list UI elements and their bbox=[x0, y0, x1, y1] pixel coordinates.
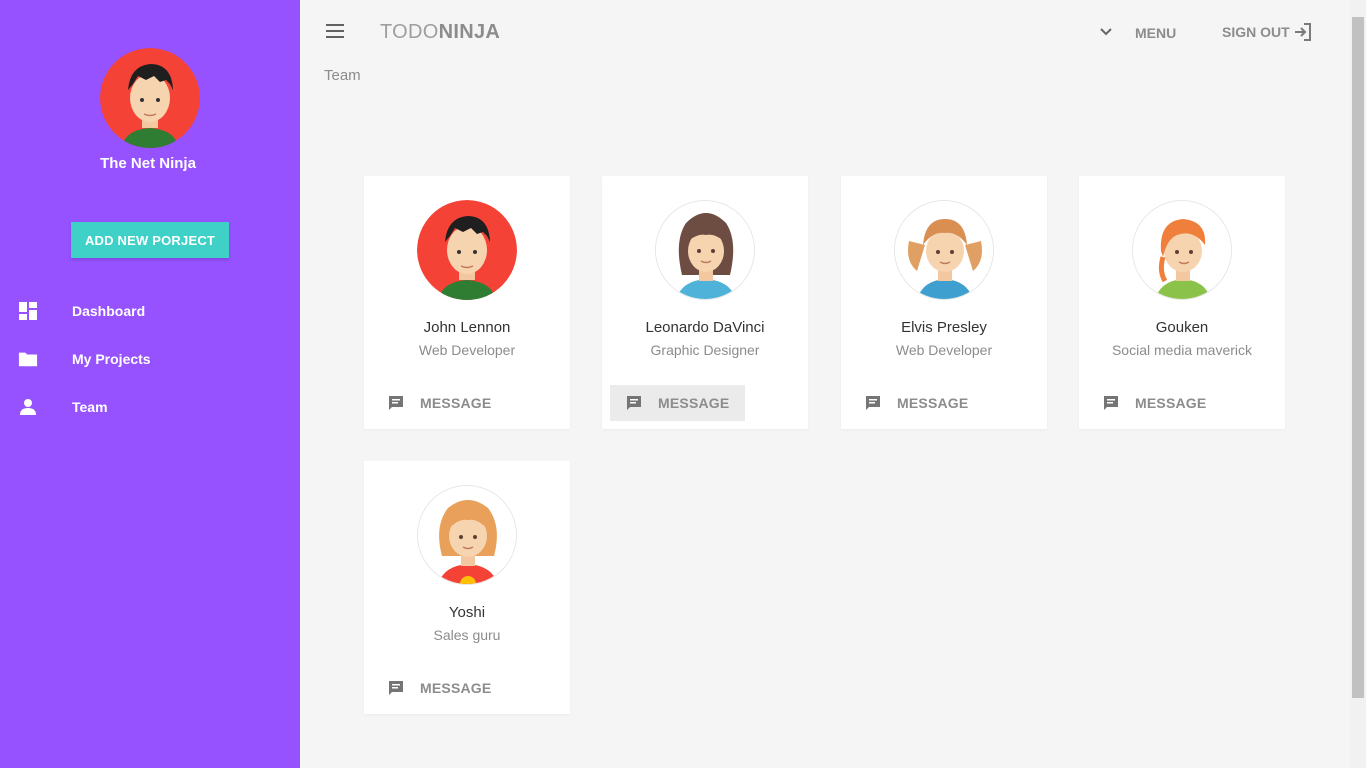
profile-name: The Net Ninja bbox=[100, 155, 196, 172]
message-label: MESSAGE bbox=[420, 395, 492, 411]
hamburger-menu-icon[interactable] bbox=[326, 24, 346, 40]
sidebar-item-label: My Projects bbox=[72, 351, 151, 367]
sidebar-item-dashboard[interactable]: Dashboard bbox=[0, 287, 300, 335]
member-role: Social media maverick bbox=[1111, 342, 1253, 358]
team-card: Gouken Social media maverick MESSAGE bbox=[1079, 176, 1285, 429]
scrollbar-thumb[interactable] bbox=[1352, 17, 1364, 698]
avatar bbox=[655, 200, 755, 300]
team-card: Leonardo DaVinci Graphic Designer MESSAG… bbox=[602, 176, 808, 429]
team-card: Elvis Presley Web Developer MESSAGE bbox=[841, 176, 1047, 429]
member-role: Web Developer bbox=[418, 342, 516, 358]
message-button[interactable]: MESSAGE bbox=[372, 670, 507, 706]
message-button[interactable]: MESSAGE bbox=[1087, 385, 1222, 421]
app-brand: TODONINJA bbox=[380, 21, 501, 43]
sidebar-item-team[interactable]: Team bbox=[0, 383, 300, 431]
page-title: Team bbox=[324, 67, 361, 84]
dashboard-icon bbox=[18, 301, 38, 321]
message-icon bbox=[865, 395, 881, 411]
member-name: Leonardo DaVinci bbox=[645, 319, 765, 336]
avatar bbox=[894, 200, 994, 300]
sidebar-item-label: Team bbox=[72, 399, 108, 415]
profile-avatar bbox=[100, 48, 200, 148]
message-label: MESSAGE bbox=[1135, 395, 1207, 411]
top-toolbar: TODONINJA MENU SIGN OUT bbox=[300, 0, 1350, 64]
person-icon bbox=[18, 397, 38, 417]
sign-out-label: SIGN OUT bbox=[1222, 24, 1290, 40]
exit-icon bbox=[1292, 22, 1312, 42]
member-name: John Lennon bbox=[423, 319, 511, 336]
team-card: John Lennon Web Developer MESSAGE bbox=[364, 176, 570, 429]
team-card: Yoshi Sales guru MESSAGE bbox=[364, 461, 570, 714]
sidebar-item-my-projects[interactable]: My Projects bbox=[0, 335, 300, 383]
menu-button[interactable]: MENU bbox=[1135, 25, 1176, 41]
sign-out-button[interactable]: SIGN OUT bbox=[1222, 22, 1312, 42]
avatar bbox=[417, 485, 517, 585]
member-role: Graphic Designer bbox=[650, 342, 760, 358]
message-button[interactable]: MESSAGE bbox=[849, 385, 984, 421]
add-new-project-button[interactable]: ADD NEW PORJECT bbox=[71, 222, 229, 258]
sidebar: The Net Ninja ADD NEW PORJECT Dashboard … bbox=[0, 0, 300, 768]
message-icon bbox=[626, 395, 642, 411]
member-name: Elvis Presley bbox=[901, 319, 987, 336]
avatar bbox=[1132, 200, 1232, 300]
member-role: Sales guru bbox=[433, 627, 501, 643]
message-label: MESSAGE bbox=[658, 395, 730, 411]
member-role: Web Developer bbox=[895, 342, 993, 358]
message-label: MESSAGE bbox=[897, 395, 969, 411]
sidebar-item-label: Dashboard bbox=[72, 303, 146, 319]
member-name: Yoshi bbox=[448, 604, 486, 621]
chevron-down-icon[interactable] bbox=[1098, 24, 1114, 40]
folder-icon bbox=[18, 349, 38, 369]
member-name: Gouken bbox=[1155, 319, 1209, 336]
message-icon bbox=[1103, 395, 1119, 411]
message-button[interactable]: MESSAGE bbox=[372, 385, 507, 421]
avatar bbox=[417, 200, 517, 300]
message-icon bbox=[388, 680, 404, 696]
message-button[interactable]: MESSAGE bbox=[610, 385, 746, 421]
message-label: MESSAGE bbox=[420, 680, 492, 696]
message-icon bbox=[388, 395, 404, 411]
